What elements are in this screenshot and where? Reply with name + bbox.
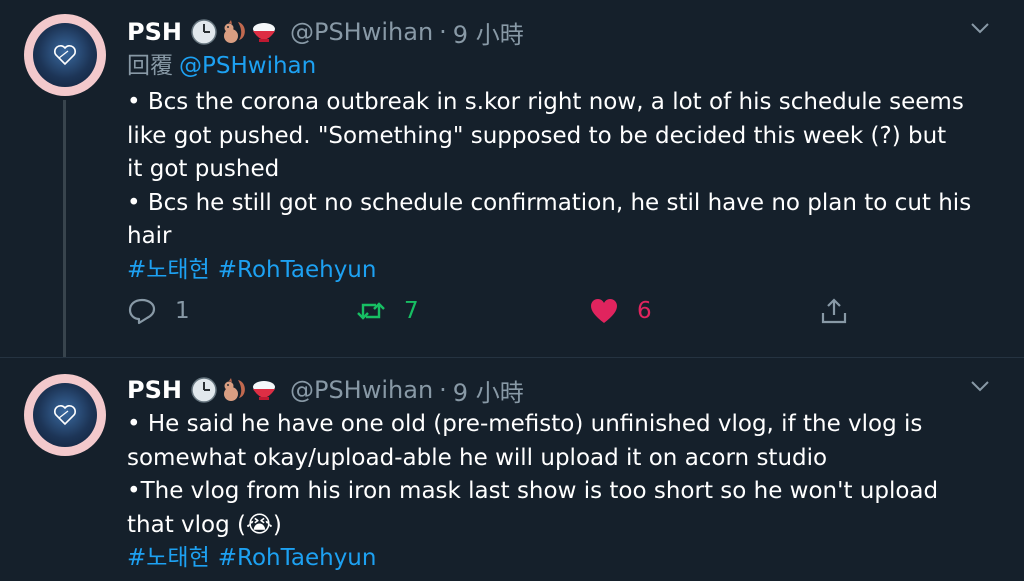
- reply-prefix: 回覆: [127, 53, 173, 79]
- reply-button[interactable]: 1: [127, 291, 190, 331]
- retweet-button[interactable]: 7: [356, 291, 419, 331]
- tweet-header: PSH @PSHwihan · 9 小時: [127, 373, 994, 408]
- tweet-content: PSH @PSHwihan · 9 小時: [127, 16, 994, 287]
- squirrel-emoji-icon: [223, 378, 245, 401]
- squirrel-emoji-icon: [223, 20, 245, 43]
- action-bar: 1 7 6: [127, 291, 867, 331]
- separator-dot: ·: [439, 376, 447, 404]
- reply-to-link[interactable]: @PSHwihan: [179, 53, 316, 79]
- heart-icon: [591, 299, 617, 323]
- reply-context: 回覆 @PSHwihan: [127, 48, 994, 84]
- chevron-down-icon[interactable]: [968, 374, 992, 398]
- timestamp[interactable]: 9 小時: [453, 373, 524, 408]
- timestamp[interactable]: 9 小時: [453, 15, 524, 50]
- tweet-text: • He said he have one old (pre-mefisto) …: [127, 411, 939, 538]
- like-count: 6: [637, 298, 652, 324]
- display-name[interactable]: PSH: [127, 376, 182, 404]
- display-name[interactable]: PSH: [127, 18, 182, 46]
- rice-emoji-icon: [252, 23, 275, 42]
- clock-emoji-icon: [191, 377, 217, 403]
- tweet-text: • Bcs the corona outbreak in s.kor right…: [127, 89, 972, 249]
- chevron-down-icon[interactable]: [968, 16, 992, 40]
- handle[interactable]: @PSHwihan: [290, 18, 433, 46]
- reply-count: 1: [175, 298, 190, 324]
- avatar[interactable]: [24, 14, 106, 96]
- share-icon: [821, 298, 847, 324]
- hashtag-link[interactable]: #노태현: [127, 545, 210, 571]
- avatar-heart-icon: [54, 405, 76, 426]
- share-button[interactable]: [819, 291, 867, 331]
- clock-emoji-icon: [191, 19, 217, 45]
- tweet[interactable]: PSH @PSHwihan · 9 小時: [0, 357, 1024, 581]
- avatar-heart-icon: [54, 45, 76, 66]
- separator-dot: ·: [439, 18, 447, 46]
- hashtag-line: #노태현 #RohTaehyun: [127, 254, 994, 288]
- like-button[interactable]: 6: [589, 291, 652, 331]
- hashtag-link[interactable]: #RohTaehyun: [218, 257, 377, 283]
- reply-icon: [128, 298, 156, 325]
- retweet-count: 7: [404, 298, 419, 324]
- rice-emoji-icon: [252, 381, 275, 400]
- hashtag-line: #노태현 #RohTaehyun: [127, 542, 994, 576]
- handle[interactable]: @PSHwihan: [290, 376, 433, 404]
- hashtag-link[interactable]: #노태현: [127, 257, 210, 283]
- avatar[interactable]: [24, 374, 106, 456]
- tweet[interactable]: PSH @PSHwihan · 9 小時: [0, 0, 1024, 357]
- retweet-icon: [357, 302, 385, 320]
- tweet-content: PSH @PSHwihan · 9 小時: [127, 374, 994, 576]
- tweet-header: PSH @PSHwihan · 9 小時: [127, 15, 994, 50]
- hashtag-link[interactable]: #RohTaehyun: [218, 545, 377, 571]
- thread-line: [63, 100, 66, 357]
